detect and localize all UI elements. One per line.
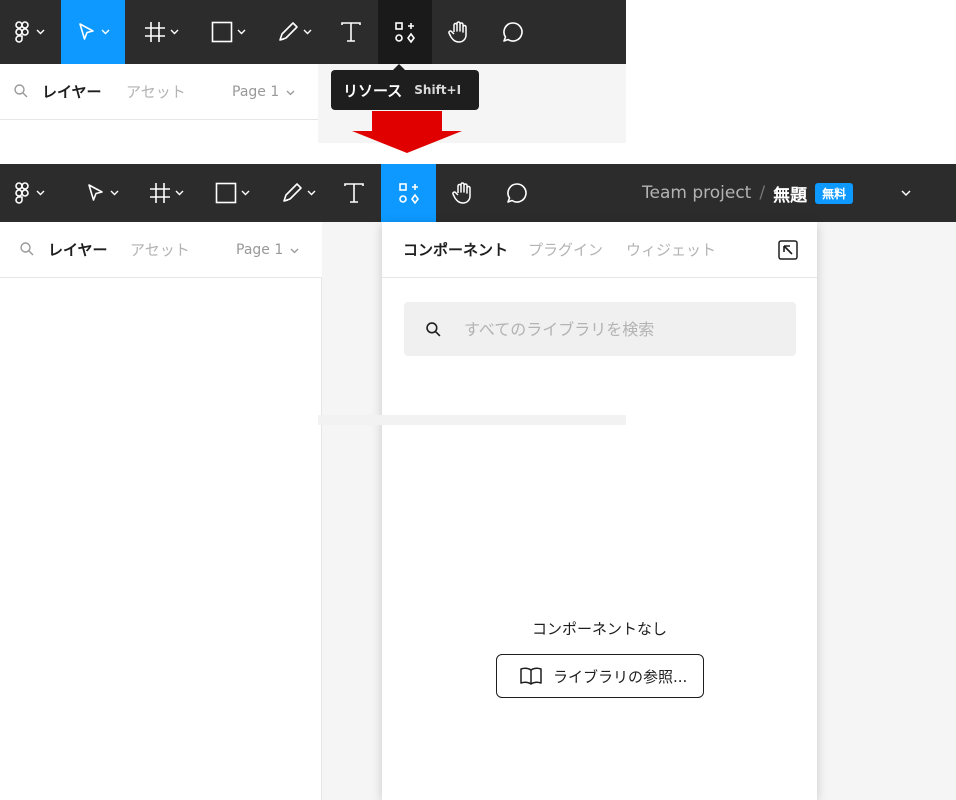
- shape-tool-icon: [215, 182, 236, 204]
- resources-tool-button[interactable]: [381, 164, 436, 222]
- tab-layers[interactable]: レイヤー: [42, 64, 102, 120]
- search-icon[interactable]: [20, 242, 34, 256]
- resources-panel: コンポーネント プラグイン ウィジェット コンポーネントなし ライブラリの参照.…: [382, 222, 817, 800]
- tab-assets[interactable]: アセット: [130, 222, 190, 278]
- tab-components[interactable]: コンポーネント: [403, 222, 508, 278]
- browse-libraries-button[interactable]: ライブラリの参照...: [496, 654, 704, 698]
- chevron-down-icon: [290, 248, 299, 254]
- browse-libraries-label: ライブラリの参照...: [553, 667, 688, 686]
- frame-tool-icon: [149, 183, 170, 203]
- top-screenshot: レイヤー アセット Page 1 リソース Shift+I: [0, 0, 626, 143]
- arrow-up-left-icon[interactable]: [778, 240, 798, 260]
- resources-tabs: コンポーネント プラグイン ウィジェット: [382, 222, 817, 278]
- shape-tool-button[interactable]: [202, 164, 262, 222]
- text-tool-icon: [344, 183, 364, 203]
- chevron-down-icon: [175, 190, 183, 196]
- chevron-down-icon: [36, 29, 44, 35]
- bottom-toolbar: Team project / 無題 無料: [0, 164, 956, 222]
- pen-tool-button[interactable]: [264, 0, 324, 64]
- figma-menu-icon: [14, 182, 29, 204]
- page-selector[interactable]: Page 1: [236, 222, 283, 278]
- move-tool-icon: [87, 184, 103, 201]
- pen-tool-icon: [282, 183, 302, 202]
- frame-tool-button[interactable]: [131, 0, 191, 64]
- comment-tool-icon: [507, 183, 527, 203]
- pen-tool-icon: [278, 22, 298, 41]
- move-tool-icon: [78, 23, 94, 40]
- comment-tool-button[interactable]: [486, 0, 540, 64]
- pen-tool-button[interactable]: [268, 164, 328, 222]
- tab-layers[interactable]: レイヤー: [48, 222, 108, 278]
- bottom-left-panel-tabs: レイヤー アセット Page 1: [0, 222, 322, 278]
- bottom-left-panel-body: [0, 278, 322, 800]
- comment-tool-button[interactable]: [490, 164, 544, 222]
- breadcrumb-separator: /: [759, 183, 766, 203]
- file-name[interactable]: 無題: [773, 181, 807, 206]
- frame-tool-button[interactable]: [136, 164, 196, 222]
- tooltip-shortcut: Shift+I: [414, 83, 462, 97]
- chevron-down-icon: [36, 190, 44, 196]
- chevron-down-icon: [170, 29, 178, 35]
- text-tool-button[interactable]: [328, 164, 380, 222]
- plan-badge: 無料: [815, 182, 854, 204]
- resources-icon: [395, 22, 415, 43]
- page-selector[interactable]: Page 1: [232, 64, 279, 120]
- move-tool-button[interactable]: [61, 0, 125, 64]
- hand-tool-button[interactable]: [436, 164, 490, 222]
- figma-menu-button[interactable]: [0, 164, 56, 222]
- resources-icon: [398, 183, 419, 204]
- hand-tool-button[interactable]: [432, 0, 486, 64]
- frame-tool-icon: [144, 22, 165, 42]
- transition-arrow-icon: [352, 111, 462, 153]
- resources-tool-button[interactable]: [378, 0, 432, 64]
- shape-tool-button[interactable]: [198, 0, 258, 64]
- chevron-down-icon: [110, 190, 118, 196]
- chevron-down-icon: [101, 29, 109, 35]
- chevron-down-icon: [303, 29, 311, 35]
- project-name[interactable]: Team project: [642, 183, 751, 203]
- chevron-down-icon: [286, 90, 295, 96]
- empty-state-text: コンポーネントなし: [531, 620, 667, 638]
- overlay-strip: [318, 415, 626, 425]
- top-toolbar: [0, 0, 626, 64]
- top-left-panel-tabs: レイヤー アセット Page 1: [0, 64, 318, 120]
- top-left-panel-body: [0, 120, 318, 143]
- figma-menu-icon: [14, 21, 29, 43]
- file-breadcrumb: Team project / 無題 無料: [642, 164, 854, 222]
- comment-tool-icon: [503, 22, 523, 42]
- tab-widgets[interactable]: ウィジェット: [626, 222, 716, 278]
- chevron-down-icon[interactable]: [901, 190, 911, 197]
- book-icon: [520, 667, 542, 685]
- library-search-box[interactable]: [404, 302, 796, 356]
- resources-tooltip: リソース Shift+I: [331, 64, 479, 110]
- chevron-down-icon: [241, 190, 249, 196]
- search-icon: [426, 322, 441, 337]
- text-tool-button[interactable]: [324, 0, 378, 64]
- shape-tool-icon: [211, 21, 232, 43]
- library-search-input[interactable]: [464, 302, 784, 356]
- chevron-down-icon: [237, 29, 245, 35]
- tab-assets[interactable]: アセット: [126, 64, 186, 120]
- chevron-down-icon: [307, 190, 315, 196]
- tab-plugins[interactable]: プラグイン: [528, 222, 603, 278]
- figma-menu-button[interactable]: [0, 0, 56, 64]
- hand-tool-icon: [448, 21, 467, 43]
- tooltip-label: リソース: [343, 81, 403, 100]
- hand-tool-icon: [452, 182, 471, 204]
- move-tool-button[interactable]: [72, 164, 132, 222]
- text-tool-icon: [341, 22, 361, 42]
- search-icon[interactable]: [14, 84, 28, 98]
